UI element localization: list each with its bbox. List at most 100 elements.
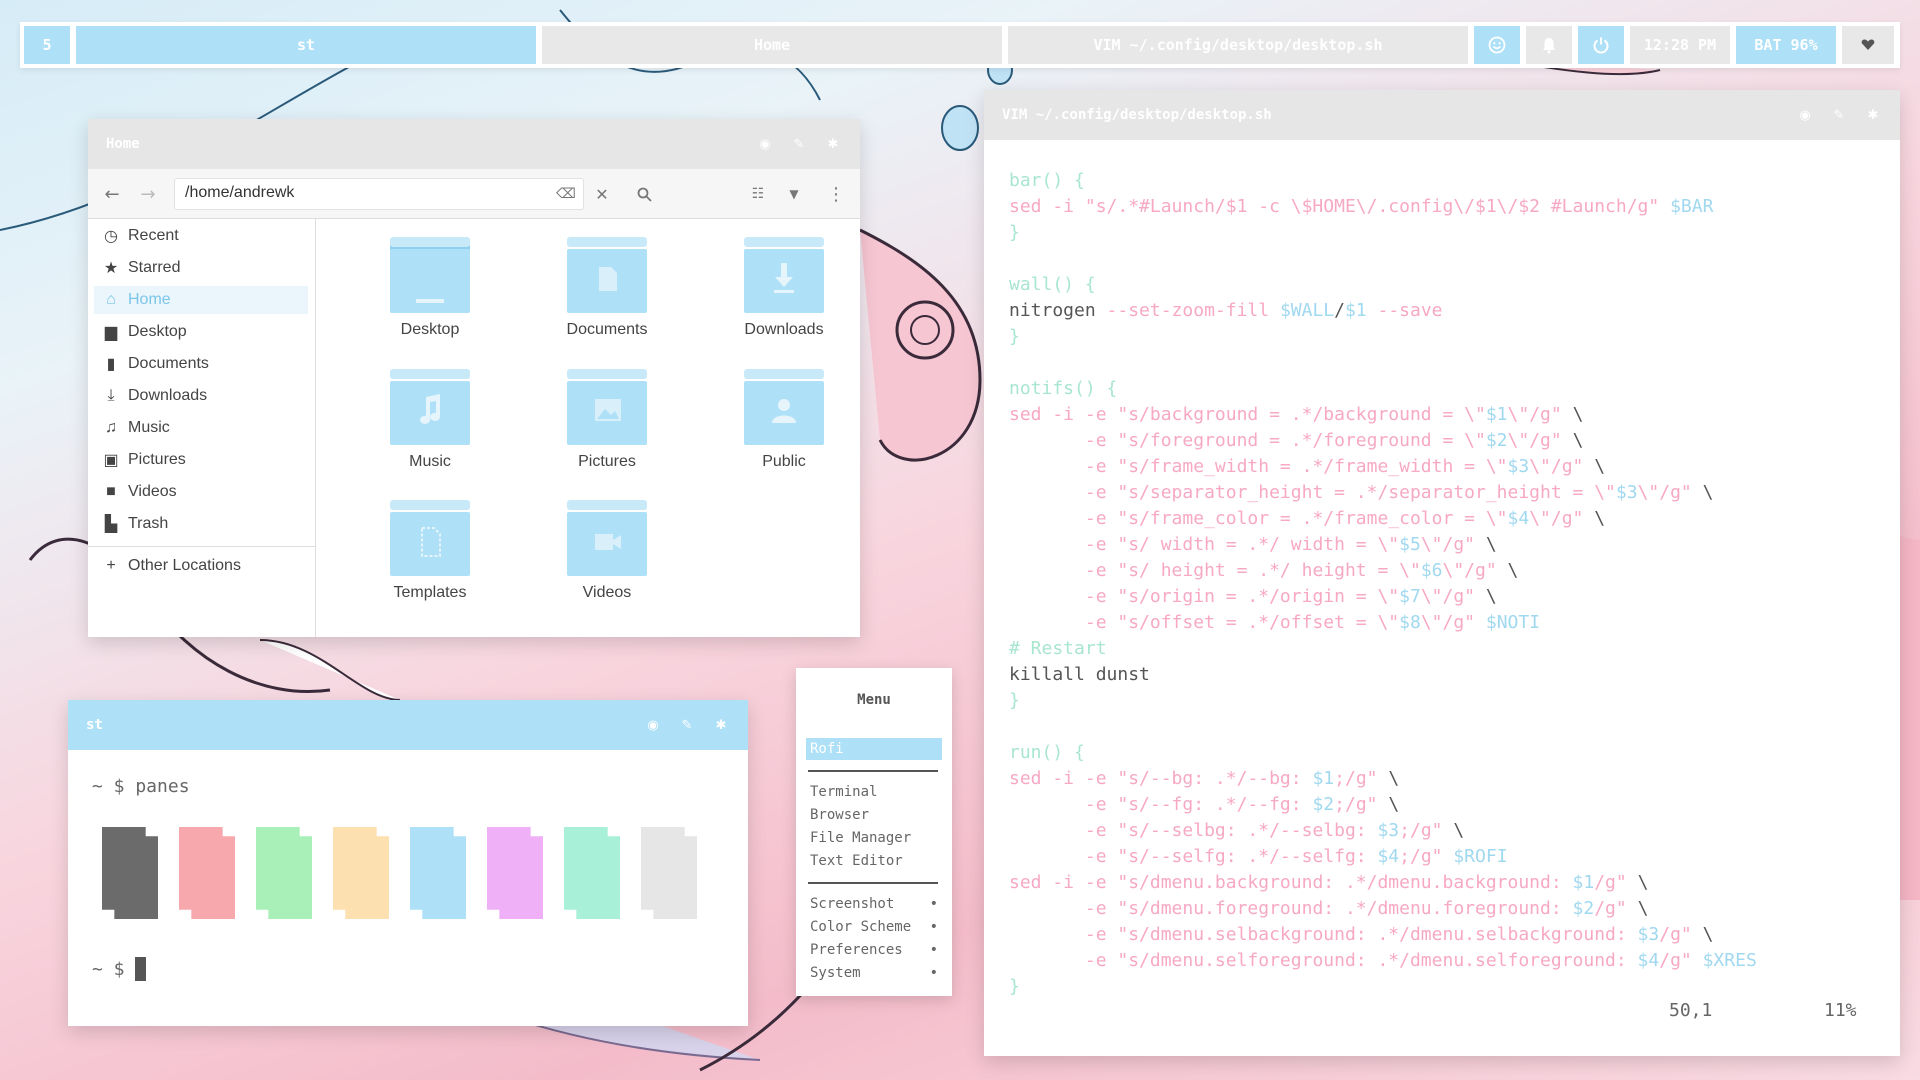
heart-dropdown-icon[interactable] (1842, 26, 1894, 64)
file-manager-titlebar[interactable]: Home (88, 119, 860, 169)
sidebar-item-documents[interactable]: ▮ Documents (94, 350, 308, 378)
vim-titlebar[interactable]: VIM ~/.config/desktop/desktop.sh (984, 90, 1900, 140)
code-line: -e "s/ height = .*/ height = \"$6\"/g" \ (1009, 558, 1757, 584)
submenu-bullet-icon: • (929, 942, 938, 958)
sidebar-item-desktop[interactable]: ▆ Desktop (94, 318, 308, 346)
code-token: "s/dmenu.background: .*/dmenu.background… (1117, 872, 1573, 893)
menu-item-text-editor[interactable]: Text Editor (810, 850, 938, 872)
code-token: /g" (1594, 872, 1638, 893)
menu-item-system[interactable]: System • (810, 962, 938, 984)
code-token: } (1009, 222, 1020, 243)
code-token: run() { (1009, 742, 1085, 763)
sidebar-item-home[interactable]: ⌂ Home (94, 286, 308, 314)
sidebar-item-starred[interactable]: ★ Starred (94, 254, 308, 282)
folder-documents[interactable]: Documents (537, 237, 677, 357)
videos-folder-icon (567, 500, 647, 576)
bell-icon[interactable] (1526, 26, 1572, 64)
sidebar-item-recent[interactable]: ◷ Recent (94, 222, 308, 250)
menu-item-label: Text Editor (810, 853, 903, 869)
sidebar-item-videos[interactable]: ■ Videos (94, 478, 308, 506)
globe-icon[interactable]: ◉ (1788, 90, 1822, 140)
menu-item-color-scheme[interactable]: Color Scheme • (810, 916, 938, 938)
code-token: "s/frame_width = .*/frame_width = \" (1117, 456, 1508, 477)
public-folder-icon (744, 369, 824, 445)
power-icon[interactable] (1578, 26, 1624, 64)
color-swatch (333, 827, 389, 919)
clear-path-icon[interactable]: ⌫ (550, 169, 582, 219)
code-token: } (1009, 326, 1020, 347)
folder-downloads[interactable]: Downloads (714, 237, 854, 357)
search-icon[interactable] (628, 169, 660, 219)
taskbar-window-vim[interactable]: VIM ~/.config/desktop/desktop.sh (1008, 26, 1468, 64)
close-icon[interactable]: ✱ (704, 700, 738, 750)
menu-item-browser[interactable]: Browser (810, 804, 938, 826)
smiley-icon[interactable] (1474, 26, 1520, 64)
more-options-icon[interactable]: ⋮ (820, 169, 852, 219)
workspace-indicator[interactable]: 5 (24, 26, 70, 64)
forward-arrow-icon[interactable]: → (132, 169, 164, 219)
menu-item-file-manager[interactable]: File Manager (810, 827, 938, 849)
code-token: -e (1009, 534, 1118, 555)
taskbar-window-st[interactable]: st (76, 26, 536, 64)
folder-templates[interactable]: Templates (360, 500, 500, 620)
music-icon: ♫ (105, 419, 117, 436)
folder-public[interactable]: Public (714, 369, 854, 489)
folder-pictures[interactable]: Pictures (537, 369, 677, 489)
taskbar-window-home[interactable]: Home (542, 26, 1002, 64)
sidebar-item-label: Starred (128, 259, 181, 276)
code-token: "s/dmenu.selforeground: .*/dmenu.selfore… (1117, 950, 1638, 971)
code-token: \ (1637, 872, 1649, 893)
sidebar-item-other-locations[interactable]: + Other Locations (94, 552, 308, 580)
submenu-bullet-icon: • (929, 919, 938, 935)
prompt: ~ $ (92, 958, 125, 980)
code-line: notifs() { (1009, 376, 1757, 402)
pin-icon[interactable]: ✎ (670, 700, 704, 750)
chevron-down-icon[interactable]: ▼ (778, 169, 810, 219)
globe-icon[interactable]: ◉ (636, 700, 670, 750)
code-token: $8 (1399, 612, 1421, 633)
menu-item-label: Rofi (810, 741, 844, 757)
code-line: sed -i -e "s/dmenu.background: .*/dmenu.… (1009, 870, 1757, 896)
code-line: run() { (1009, 740, 1757, 766)
menu-item-preferences[interactable]: Preferences • (810, 939, 938, 961)
menu-item-label: File Manager (810, 830, 912, 846)
sidebar-item-downloads[interactable]: ⤓ Downloads (94, 382, 308, 410)
sidebar-item-pictures[interactable]: ▣ Pictures (94, 446, 308, 474)
code-token: $1 (1485, 404, 1508, 425)
code-token: \ (1485, 534, 1497, 555)
sidebar-item-trash[interactable]: ▙ Trash (94, 510, 308, 538)
pin-icon[interactable]: ✎ (782, 119, 816, 169)
code-line: } (1009, 220, 1757, 246)
code-token: -e (1009, 612, 1118, 633)
code-token: \"/g" (1420, 612, 1486, 633)
back-arrow-icon[interactable]: ← (96, 169, 128, 219)
close-icon[interactable]: ✱ (1856, 90, 1890, 140)
code-line: -e "s/offset = .*/offset = \"$8\"/g" $NO… (1009, 610, 1757, 636)
close-path-icon[interactable]: ✕ (586, 169, 618, 219)
code-line: -e "s/ width = .*/ width = \"$5\"/g" \ (1009, 532, 1757, 558)
code-token: \ (1572, 430, 1584, 451)
code-token: $1 (1312, 768, 1335, 789)
folder-desktop[interactable]: Desktop (360, 237, 500, 357)
close-icon[interactable]: ✱ (816, 119, 850, 169)
menu-item-rofi[interactable]: Rofi (806, 738, 942, 760)
menu-item-terminal[interactable]: Terminal (810, 781, 938, 803)
code-token: $2 (1485, 430, 1508, 451)
cursor-position: 50,1 (1669, 1000, 1713, 1021)
path-bar[interactable]: /home/andrewk (174, 178, 584, 210)
globe-icon[interactable]: ◉ (748, 119, 782, 169)
terminal-body[interactable]: ~ $ panes ~ $ (68, 750, 748, 1026)
code-token: nitrogen (1009, 300, 1107, 321)
sidebar-item-music[interactable]: ♫ Music (94, 414, 308, 442)
folder-videos[interactable]: Videos (537, 500, 677, 620)
code-token: $3 (1507, 456, 1530, 477)
code-token: $6 (1420, 560, 1443, 581)
code-editor[interactable]: bar() {sed -i "s/.*#Launch/$1 -c \$HOME\… (1009, 168, 1757, 1000)
menu-item-screenshot[interactable]: Screenshot • (810, 893, 938, 915)
pin-icon[interactable]: ✎ (1822, 90, 1856, 140)
code-token: "s/ height = .*/ height = \" (1117, 560, 1421, 581)
folder-music[interactable]: Music (360, 369, 500, 489)
list-view-icon[interactable]: ☷ (742, 169, 774, 219)
code-token: \"/g" (1442, 560, 1508, 581)
code-token: -e (1009, 482, 1118, 503)
